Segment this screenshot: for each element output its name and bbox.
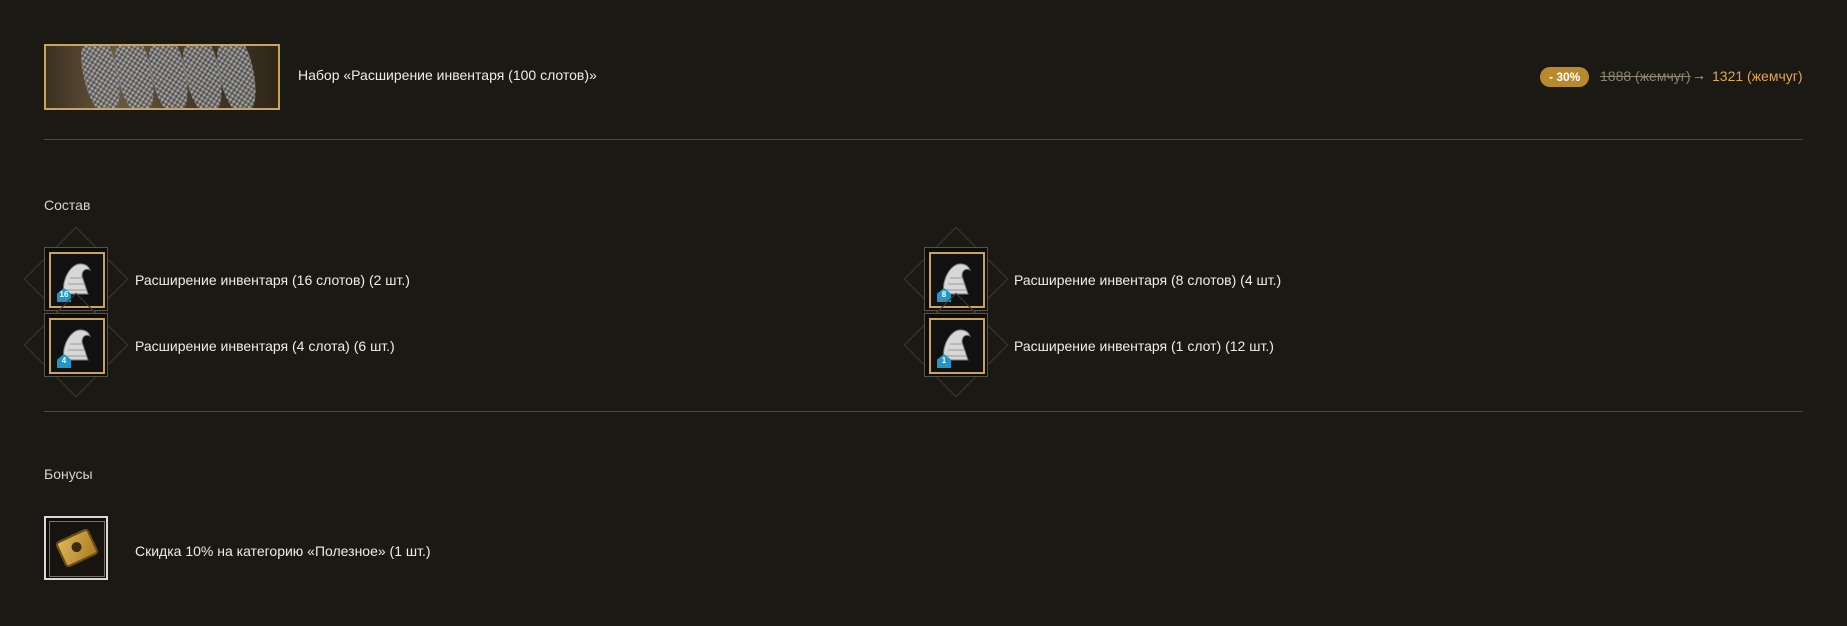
bonuses-label: Бонусы — [44, 466, 93, 482]
item-tile-4-slots[interactable]: 4 — [23, 292, 129, 398]
divider-middle — [44, 411, 1803, 412]
bundle-title: Набор «Расширение инвентаря (100 слотов)… — [298, 67, 597, 83]
item-label-4-slots: Расширение инвентаря (4 слота) (6 шт.) — [135, 338, 395, 354]
price-arrow: → — [1692, 67, 1706, 83]
old-price: 1888 (жемчуг) — [1600, 68, 1691, 84]
new-price: 1321 (жемчуг) — [1712, 68, 1803, 84]
composition-label: Состав — [44, 197, 91, 213]
coupon-icon — [54, 527, 100, 569]
bonus-tile-discount[interactable] — [44, 516, 108, 580]
discount-badge: - 30% — [1540, 67, 1590, 87]
bundle-image — [44, 44, 280, 110]
item-label-1-slot: Расширение инвентаря (1 слот) (12 шт.) — [1014, 338, 1274, 354]
item-label-8-slots: Расширение инвентаря (8 слотов) (4 шт.) — [1014, 272, 1282, 288]
bonus-label-discount: Скидка 10% на категорию «Полезное» (1 шт… — [135, 543, 431, 559]
item-tile-1-slot[interactable]: 1 — [903, 292, 1009, 398]
item-label-16-slots: Расширение инвентаря (16 слотов) (2 шт.) — [135, 272, 410, 288]
divider-top — [44, 139, 1803, 140]
